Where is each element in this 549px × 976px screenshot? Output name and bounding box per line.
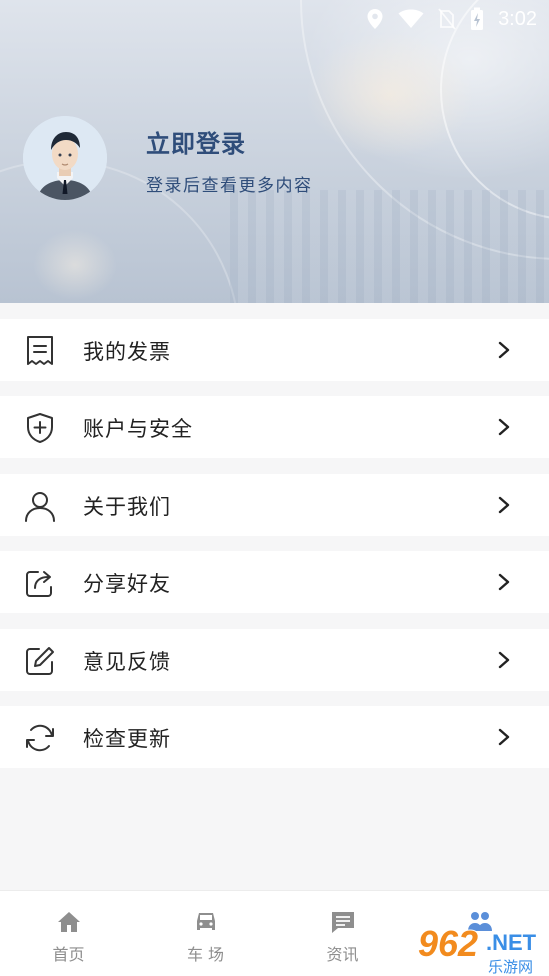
shield-plus-icon — [27, 413, 53, 443]
menu-item-account-security[interactable]: 账户与安全 — [0, 396, 549, 458]
header-decoration — [230, 190, 549, 303]
message-icon — [331, 912, 354, 933]
tab-home[interactable]: 首页 — [0, 891, 137, 976]
chevron-right-icon — [498, 418, 510, 436]
person-icon — [25, 492, 55, 522]
tab-news[interactable]: 资讯 — [274, 891, 411, 976]
login-subtitle: 登录后查看更多内容 — [146, 176, 313, 196]
menu-label: 意见反馈 — [83, 650, 171, 674]
tab-parking[interactable]: 车 场 — [137, 891, 274, 976]
battery-charging-icon — [471, 7, 484, 30]
tab-label: 资讯 — [326, 945, 359, 964]
menu-label: 关于我们 — [83, 495, 171, 519]
chevron-right-icon — [498, 728, 510, 746]
status-bar: 3:02 — [366, 6, 537, 32]
edit-icon — [26, 647, 54, 675]
location-icon — [367, 9, 383, 29]
watermark-suffix: .NET — [486, 930, 537, 955]
watermark-logo: 962 .NET 乐游网 — [417, 920, 548, 976]
chevron-right-icon — [498, 651, 510, 669]
watermark-caption: 乐游网 — [488, 958, 533, 976]
refresh-icon — [26, 724, 54, 752]
share-icon — [26, 571, 52, 597]
menu-label: 分享好友 — [83, 572, 171, 596]
menu-item-check-update[interactable]: 检查更新 — [0, 706, 549, 768]
tab-label: 车 场 — [186, 945, 225, 964]
menu-item-feedback[interactable]: 意见反馈 — [0, 629, 549, 691]
invoice-icon — [27, 336, 53, 365]
menu-item-about[interactable]: 关于我们 — [0, 474, 549, 536]
login-title[interactable]: 立即登录 — [146, 124, 246, 159]
menu-label: 检查更新 — [83, 727, 171, 751]
user-avatar-icon[interactable] — [23, 116, 107, 200]
chevron-right-icon — [498, 496, 510, 514]
car-icon — [196, 913, 215, 930]
menu-label: 我的发票 — [83, 340, 171, 364]
status-time: 3:02 — [498, 7, 537, 30]
chevron-right-icon — [498, 573, 510, 591]
watermark-brand: 962 — [418, 923, 478, 964]
menu-label: 账户与安全 — [83, 417, 193, 441]
profile-header: 3:02 立即登录 登录后查看更多内容 — [0, 0, 549, 303]
chevron-right-icon — [498, 341, 510, 359]
menu-item-invoice[interactable]: 我的发票 — [0, 319, 549, 381]
menu-item-share[interactable]: 分享好友 — [0, 551, 549, 613]
wifi-icon — [398, 9, 424, 28]
home-icon — [57, 912, 80, 932]
no-sim-icon — [438, 8, 456, 30]
tab-label: 首页 — [52, 945, 85, 964]
